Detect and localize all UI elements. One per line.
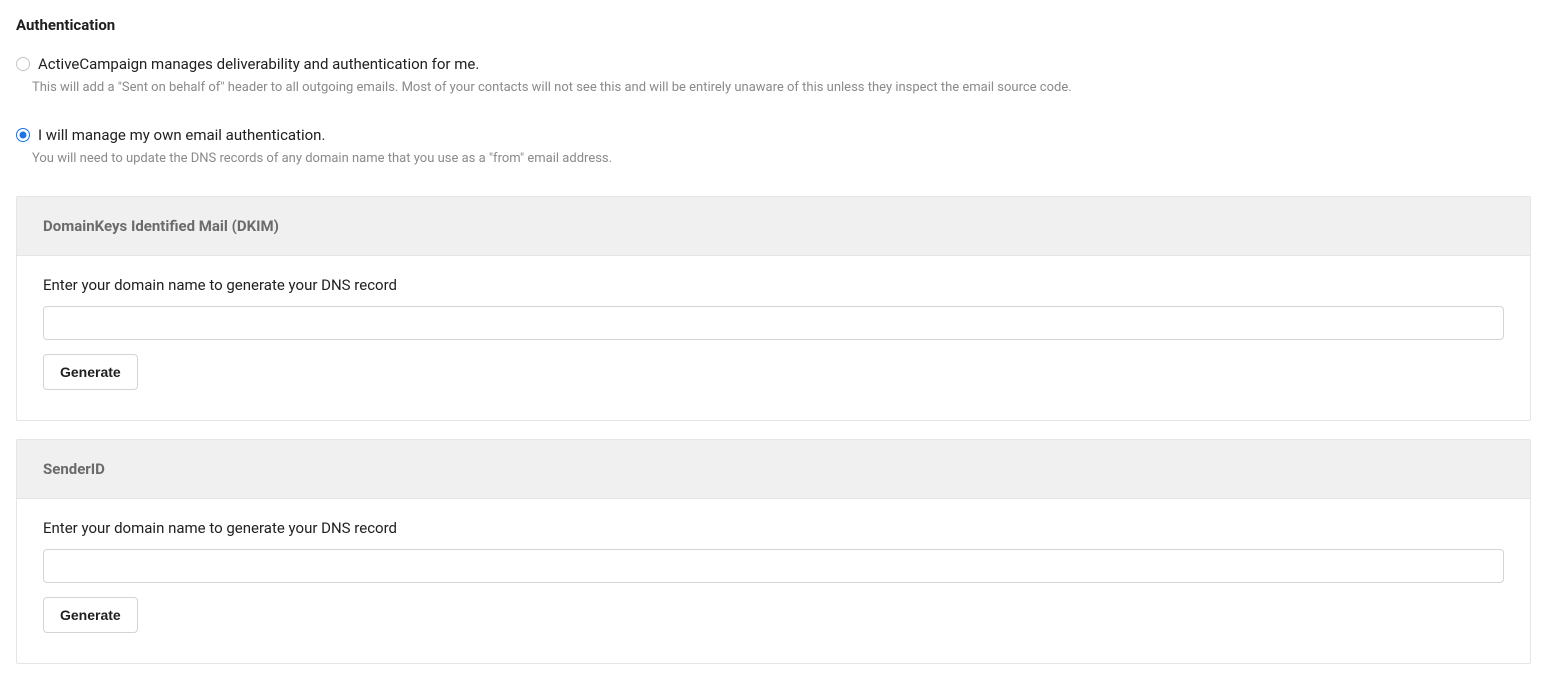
senderid-panel: SenderID Enter your domain name to gener… (16, 439, 1531, 664)
senderid-panel-body: Enter your domain name to generate your … (17, 499, 1530, 663)
radio-option-managed: ActiveCampaign manages deliverability an… (16, 54, 1531, 97)
radio-self-description: You will need to update the DNS records … (32, 150, 1531, 168)
authentication-section: Authentication ActiveCampaign manages de… (16, 16, 1531, 664)
radio-option-self: I will manage my own email authenticatio… (16, 125, 1531, 168)
radio-managed[interactable] (16, 57, 30, 71)
radio-self-label[interactable]: I will manage my own email authenticatio… (38, 125, 325, 146)
senderid-header-title: SenderID (43, 460, 1504, 478)
dkim-domain-input[interactable] (43, 306, 1504, 340)
dkim-panel-body: Enter your domain name to generate your … (17, 256, 1530, 420)
senderid-panel-header: SenderID (17, 440, 1530, 499)
dkim-panel: DomainKeys Identified Mail (DKIM) Enter … (16, 196, 1531, 421)
radio-managed-label[interactable]: ActiveCampaign manages deliverability an… (38, 54, 479, 75)
senderid-domain-input[interactable] (43, 549, 1504, 583)
dkim-panel-header: DomainKeys Identified Mail (DKIM) (17, 197, 1530, 256)
dkim-generate-button[interactable]: Generate (43, 354, 138, 390)
radio-managed-description: This will add a "Sent on behalf of" head… (32, 79, 1531, 97)
radio-self[interactable] (16, 128, 30, 142)
section-title: Authentication (16, 16, 1531, 34)
dkim-prompt: Enter your domain name to generate your … (43, 276, 1504, 294)
senderid-prompt: Enter your domain name to generate your … (43, 519, 1504, 537)
senderid-generate-button[interactable]: Generate (43, 597, 138, 633)
dkim-header-title: DomainKeys Identified Mail (DKIM) (43, 217, 1504, 235)
